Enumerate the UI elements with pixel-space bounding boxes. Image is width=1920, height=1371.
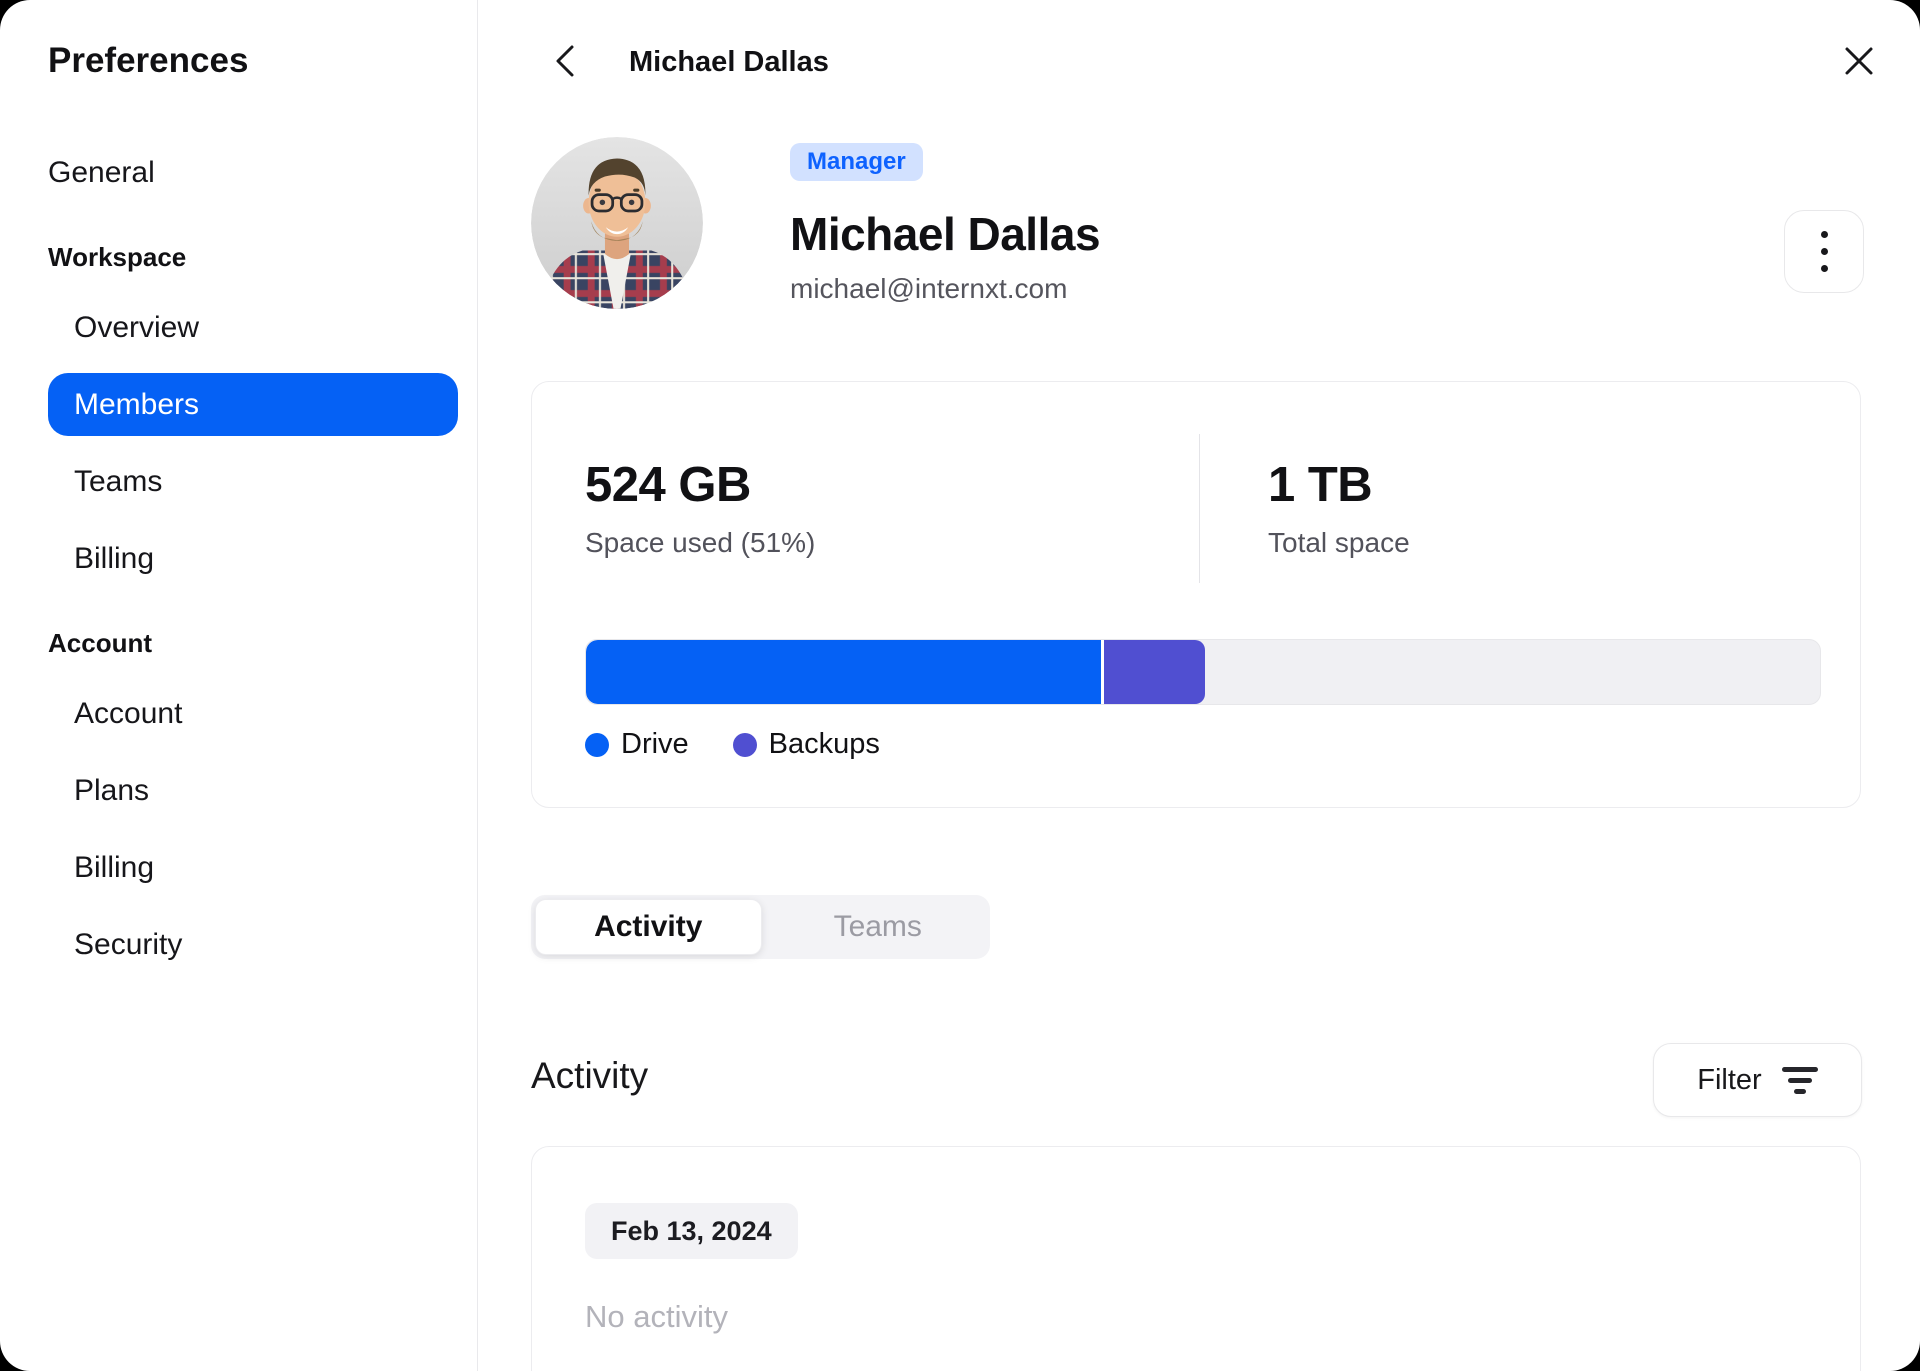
close-button[interactable] bbox=[1833, 36, 1885, 88]
sidebar-item-members[interactable]: Members bbox=[48, 373, 458, 436]
sidebar-item-billing-workspace[interactable]: Billing bbox=[48, 527, 458, 590]
avatar bbox=[531, 137, 703, 309]
backups-dot-icon bbox=[732, 732, 757, 757]
space-used-stat: 524 GB Space used (51%) bbox=[585, 457, 815, 559]
sidebar-item-billing-account[interactable]: Billing bbox=[48, 836, 458, 899]
close-icon bbox=[1841, 43, 1877, 82]
member-profile: Manager Michael Dallas michael@internxt.… bbox=[531, 137, 1101, 309]
sidebar-item-general[interactable]: General bbox=[48, 141, 458, 204]
storage-usage-card: 524 GB Space used (51%) 1 TB Total space… bbox=[531, 381, 1861, 808]
activity-log-card: Feb 13, 2024 No activity bbox=[531, 1146, 1861, 1371]
tab-teams[interactable]: Teams bbox=[766, 895, 991, 959]
back-button[interactable] bbox=[539, 36, 591, 88]
member-email: michael@internxt.com bbox=[790, 273, 1068, 304]
kebab-menu-icon bbox=[1820, 231, 1828, 238]
space-used-label: Space used (51%) bbox=[585, 527, 816, 558]
total-space-label: Total space bbox=[1268, 527, 1410, 558]
space-used-value: 524 GB bbox=[585, 458, 751, 512]
sidebar-title: Preferences bbox=[48, 41, 249, 80]
preferences-dialog: Preferences General Workspace Overview M… bbox=[0, 0, 1920, 1371]
storage-legend: Drive Backups bbox=[585, 728, 924, 761]
sidebar-item-security[interactable]: Security bbox=[48, 913, 458, 976]
member-name: Michael Dallas bbox=[790, 208, 1101, 260]
activity-empty-text: No activity bbox=[585, 1299, 728, 1334]
filter-button[interactable]: Filter bbox=[1653, 1043, 1862, 1117]
sidebar-item-overview[interactable]: Overview bbox=[48, 296, 458, 359]
filter-lines-icon bbox=[1781, 1066, 1818, 1094]
detail-tabs: Activity Teams bbox=[531, 895, 990, 959]
member-detail-panel: Michael Dallas Manager Michael Dallas mi… bbox=[478, 0, 1920, 1371]
drive-dot-icon bbox=[585, 732, 609, 757]
legend-item-backups: Backups bbox=[732, 728, 880, 761]
progress-segment-drive bbox=[586, 640, 1105, 704]
storage-progress-bar bbox=[585, 639, 1821, 705]
sidebar-item-plans[interactable]: Plans bbox=[48, 759, 458, 822]
page-title: Michael Dallas bbox=[629, 46, 829, 78]
avatar-image bbox=[531, 137, 703, 309]
sidebar: Preferences General Workspace Overview M… bbox=[0, 0, 478, 1371]
legend-item-drive: Drive bbox=[585, 728, 689, 761]
sidebar-section-workspace: Workspace bbox=[48, 241, 187, 272]
sidebar-nav: General Workspace Overview Members Teams… bbox=[48, 141, 477, 976]
chevron-left-icon bbox=[550, 41, 580, 84]
role-badge: Manager bbox=[790, 143, 923, 181]
sidebar-section-account: Account bbox=[48, 627, 152, 658]
sidebar-item-teams[interactable]: Teams bbox=[48, 450, 458, 513]
total-space-stat: 1 TB Total space bbox=[1268, 457, 1410, 559]
progress-segment-backups bbox=[1104, 640, 1206, 704]
activity-heading: Activity bbox=[531, 1055, 649, 1096]
activity-date-badge: Feb 13, 2024 bbox=[585, 1203, 798, 1259]
tab-activity[interactable]: Activity bbox=[535, 899, 762, 955]
profile-info: Manager Michael Dallas michael@internxt.… bbox=[790, 137, 1101, 309]
sidebar-item-account[interactable]: Account bbox=[48, 682, 458, 745]
total-space-value: 1 TB bbox=[1268, 458, 1373, 512]
member-options-button[interactable] bbox=[1784, 210, 1864, 293]
stat-divider bbox=[1199, 434, 1200, 583]
